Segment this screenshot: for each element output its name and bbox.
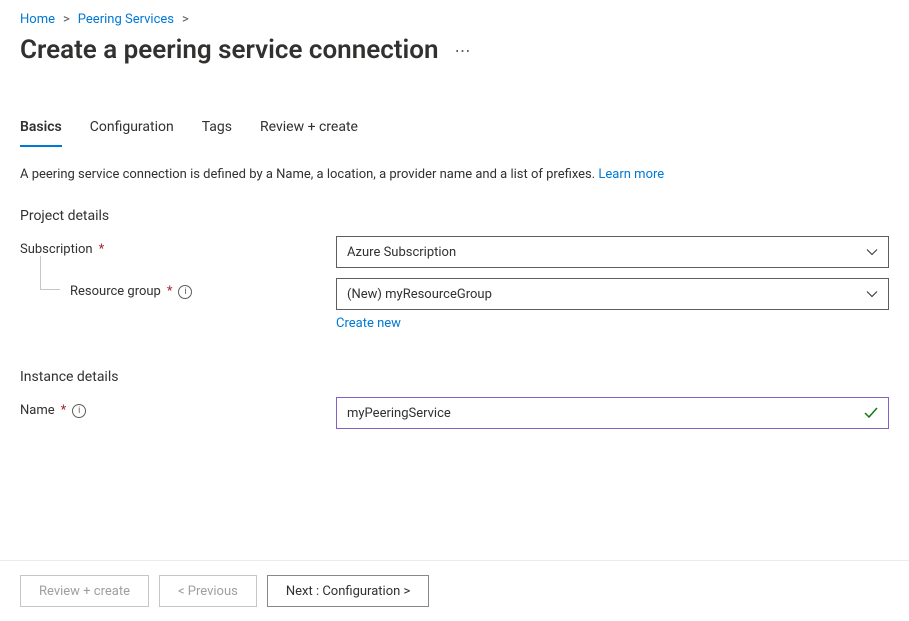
content: A peering service connection is defined …	[0, 147, 909, 429]
subscription-label: Subscription *	[20, 236, 336, 257]
review-create-button: Review + create	[20, 575, 149, 607]
info-icon[interactable]: i	[178, 285, 192, 299]
resource-group-row: Resource group * i (New) myResourceGroup…	[20, 278, 889, 331]
tab-basics[interactable]: Basics	[20, 119, 62, 147]
tab-review-create[interactable]: Review + create	[260, 119, 358, 147]
required-indicator: *	[99, 242, 105, 257]
checkmark-icon	[863, 405, 879, 421]
subscription-label-text: Subscription	[20, 242, 93, 257]
resource-group-label: Resource group * i	[20, 278, 336, 299]
previous-button: < Previous	[159, 575, 257, 607]
description: A peering service connection is defined …	[20, 167, 889, 182]
subscription-select[interactable]: Azure Subscription	[336, 236, 889, 268]
chevron-down-icon	[866, 288, 878, 300]
tab-configuration[interactable]: Configuration	[90, 119, 174, 147]
project-details-heading: Project details	[20, 208, 889, 224]
more-icon[interactable]: ⋯	[455, 41, 472, 60]
breadcrumb: Home > Peering Services >	[0, 0, 909, 31]
resource-group-select[interactable]: (New) myResourceGroup	[336, 278, 889, 310]
tab-tags[interactable]: Tags	[202, 119, 232, 147]
instance-details-heading: Instance details	[20, 369, 889, 385]
footer: Review + create < Previous Next : Config…	[0, 560, 909, 621]
chevron-down-icon	[866, 246, 878, 258]
name-row: Name * i	[20, 397, 889, 429]
learn-more-link[interactable]: Learn more	[598, 167, 664, 182]
create-new-link[interactable]: Create new	[336, 316, 401, 331]
indent-line	[40, 256, 60, 290]
resource-group-value: (New) myResourceGroup	[347, 287, 492, 302]
subscription-row: Subscription * Azure Subscription	[20, 236, 889, 268]
name-label-text: Name	[20, 403, 55, 418]
description-text: A peering service connection is defined …	[20, 167, 598, 182]
resource-group-label-text: Resource group	[70, 284, 161, 299]
page-title-row: Create a peering service connection ⋯	[0, 31, 909, 75]
page-title: Create a peering service connection	[20, 35, 439, 65]
tabs: Basics Configuration Tags Review + creat…	[0, 119, 909, 147]
info-icon[interactable]: i	[72, 404, 86, 418]
next-button[interactable]: Next : Configuration >	[267, 575, 429, 607]
required-indicator: *	[61, 403, 67, 418]
required-indicator: *	[167, 284, 173, 299]
name-label: Name * i	[20, 397, 336, 418]
breadcrumb-peering-services[interactable]: Peering Services	[78, 12, 174, 27]
chevron-right-icon: >	[182, 12, 189, 27]
subscription-value: Azure Subscription	[347, 245, 456, 260]
name-input[interactable]	[336, 397, 889, 429]
breadcrumb-home[interactable]: Home	[20, 12, 55, 27]
chevron-right-icon: >	[63, 12, 70, 27]
